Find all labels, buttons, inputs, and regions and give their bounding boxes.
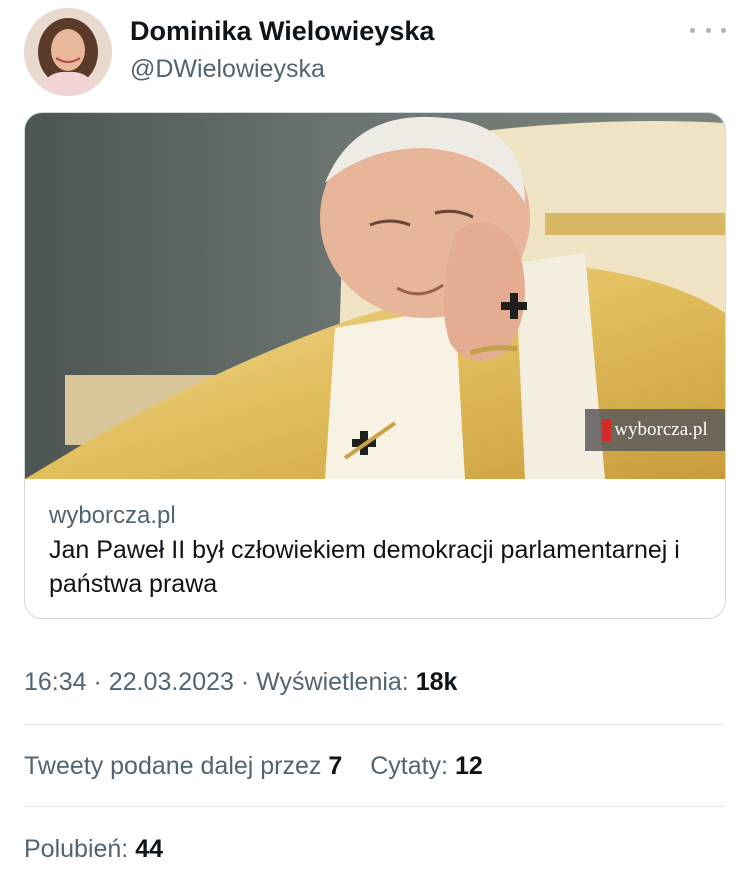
tweet-time[interactable]: 16:34 bbox=[24, 668, 87, 696]
card-image: wyborcza.pl bbox=[25, 113, 725, 479]
retweets-count: 7 bbox=[328, 752, 343, 780]
separator: · bbox=[240, 668, 250, 696]
link-card[interactable]: wyborcza.pl wyborcza.pl Jan Paweł II był… bbox=[24, 112, 726, 619]
quotes-link[interactable]: Cytaty: 12 bbox=[370, 752, 483, 780]
retweets-label: Tweety podane dalej przez bbox=[24, 752, 322, 780]
author-name[interactable]: Dominika Wielowieyska bbox=[130, 16, 434, 47]
retweets-link[interactable]: Tweety podane dalej przez 7 bbox=[24, 752, 349, 780]
views-label: Wyświetlenia: bbox=[256, 668, 409, 696]
likes-label: Polubień: bbox=[24, 835, 129, 863]
views-count: 18k bbox=[415, 668, 458, 696]
quotes-count: 12 bbox=[454, 752, 483, 780]
divider bbox=[24, 806, 724, 807]
separator: · bbox=[93, 668, 102, 696]
engagement-row: Tweety podane dalej przez 7 Cytaty: 12 bbox=[24, 752, 483, 781]
tweet-date[interactable]: 22.03.2023 bbox=[109, 668, 234, 696]
author-handle[interactable]: @DWielowieyska bbox=[130, 55, 325, 84]
likes-link[interactable]: Polubień: 44 bbox=[24, 835, 163, 864]
divider bbox=[24, 724, 724, 725]
quotes-label: Cytaty: bbox=[370, 752, 448, 780]
likes-count: 44 bbox=[135, 835, 164, 863]
more-icon[interactable] bbox=[690, 18, 726, 42]
card-title[interactable]: Jan Paweł II był człowiekiem demokracji … bbox=[49, 533, 709, 601]
watermark-logo: wyborcza.pl bbox=[585, 409, 725, 451]
card-domain[interactable]: wyborcza.pl bbox=[49, 501, 709, 531]
avatar[interactable] bbox=[24, 8, 112, 96]
tweet-meta: 16:34 · 22.03.2023 · Wyświetlenia: 18k bbox=[24, 668, 457, 697]
